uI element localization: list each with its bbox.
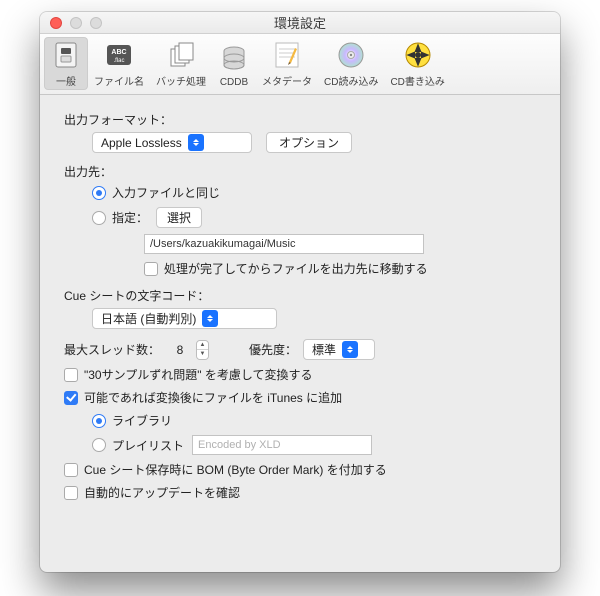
tab-cd-read[interactable]: CD読み込み xyxy=(318,37,384,90)
check-auto-update-label: 自動的にアップデートを確認 xyxy=(84,484,240,501)
tab-general[interactable]: 一般 xyxy=(44,37,88,90)
svg-text:ABC: ABC xyxy=(111,49,126,56)
check-bom[interactable] xyxy=(64,463,78,477)
radio-library[interactable] xyxy=(92,414,106,428)
radio-library-label: ライブラリ xyxy=(112,412,172,429)
switch-icon xyxy=(50,39,82,71)
output-format-label: 出力フォーマット： xyxy=(64,111,536,128)
cue-encoding-label: Cue シートの文字コード： xyxy=(64,287,536,304)
max-threads-value: 8 xyxy=(170,343,190,357)
check-add-itunes[interactable] xyxy=(64,391,78,405)
zoom-button[interactable] xyxy=(90,17,102,29)
preferences-window: 環境設定 一般 ABC.flac ファイル名 バッチ処理 CDDB xyxy=(40,12,560,572)
chevron-updown-icon xyxy=(342,341,358,358)
chevron-updown-icon xyxy=(202,310,218,327)
destination-path-field[interactable]: /Users/kazuakikumagai/Music xyxy=(144,234,424,254)
check-30-sample[interactable] xyxy=(64,368,78,382)
database-icon xyxy=(218,43,250,75)
tab-batch[interactable]: バッチ処理 xyxy=(150,37,212,90)
check-add-itunes-label: 可能であれば変換後にファイルを iTunes に追加 xyxy=(84,389,342,406)
option-button[interactable]: オプション xyxy=(266,132,352,153)
radio-specify[interactable] xyxy=(92,211,106,225)
minimize-button[interactable] xyxy=(70,17,82,29)
svg-text:.flac: .flac xyxy=(113,58,124,64)
radio-same-as-input-label: 入力ファイルと同じ xyxy=(112,184,220,201)
tab-cd-write[interactable]: CD書き込み xyxy=(384,37,450,90)
check-auto-update[interactable] xyxy=(64,486,78,500)
content-pane: 出力フォーマット： Apple Lossless オプション 出力先： 入力ファ… xyxy=(40,95,560,517)
priority-label: 優先度： xyxy=(249,341,297,358)
priority-select[interactable]: 標準 xyxy=(303,339,375,360)
check-30-sample-label: "30サンプルずれ問題" を考慮して変換する xyxy=(84,366,312,383)
chevron-updown-icon xyxy=(188,134,204,151)
tab-filename[interactable]: ABC.flac ファイル名 xyxy=(88,37,150,90)
destination-label: 出力先： xyxy=(64,163,536,180)
check-bom-label: Cue シート保存時に BOM (Byte Order Mark) を付加する xyxy=(84,461,387,478)
radio-playlist-label: プレイリスト xyxy=(112,437,184,454)
radio-playlist[interactable] xyxy=(92,438,106,452)
flac-icon: ABC .flac xyxy=(103,39,135,71)
check-move-after[interactable] xyxy=(144,262,158,276)
toolbar: 一般 ABC.flac ファイル名 バッチ処理 CDDB メタデータ xyxy=(40,34,560,95)
tab-cddb[interactable]: CDDB xyxy=(212,41,256,90)
playlist-name-field[interactable]: Encoded by XLD xyxy=(192,435,372,455)
window-controls xyxy=(40,17,102,29)
choose-button[interactable]: 選択 xyxy=(156,207,202,228)
close-button[interactable] xyxy=(50,17,62,29)
threads-stepper[interactable]: ▲▼ xyxy=(196,340,209,360)
edit-icon xyxy=(271,39,303,71)
radio-specify-label: 指定： xyxy=(112,209,148,226)
output-format-select[interactable]: Apple Lossless xyxy=(92,132,252,153)
chevron-up-icon: ▲ xyxy=(197,341,208,351)
cue-encoding-select[interactable]: 日本語 (自動判別) xyxy=(92,308,277,329)
titlebar: 環境設定 xyxy=(40,12,560,34)
window-title: 環境設定 xyxy=(40,13,560,32)
documents-icon xyxy=(165,39,197,71)
check-move-after-label: 処理が完了してからファイルを出力先に移動する xyxy=(164,260,428,277)
max-threads-label: 最大スレッド数： xyxy=(64,341,160,358)
burn-icon xyxy=(402,39,434,71)
tab-metadata[interactable]: メタデータ xyxy=(256,37,318,90)
cd-icon xyxy=(335,39,367,71)
chevron-down-icon: ▼ xyxy=(197,350,208,359)
radio-same-as-input[interactable] xyxy=(92,186,106,200)
